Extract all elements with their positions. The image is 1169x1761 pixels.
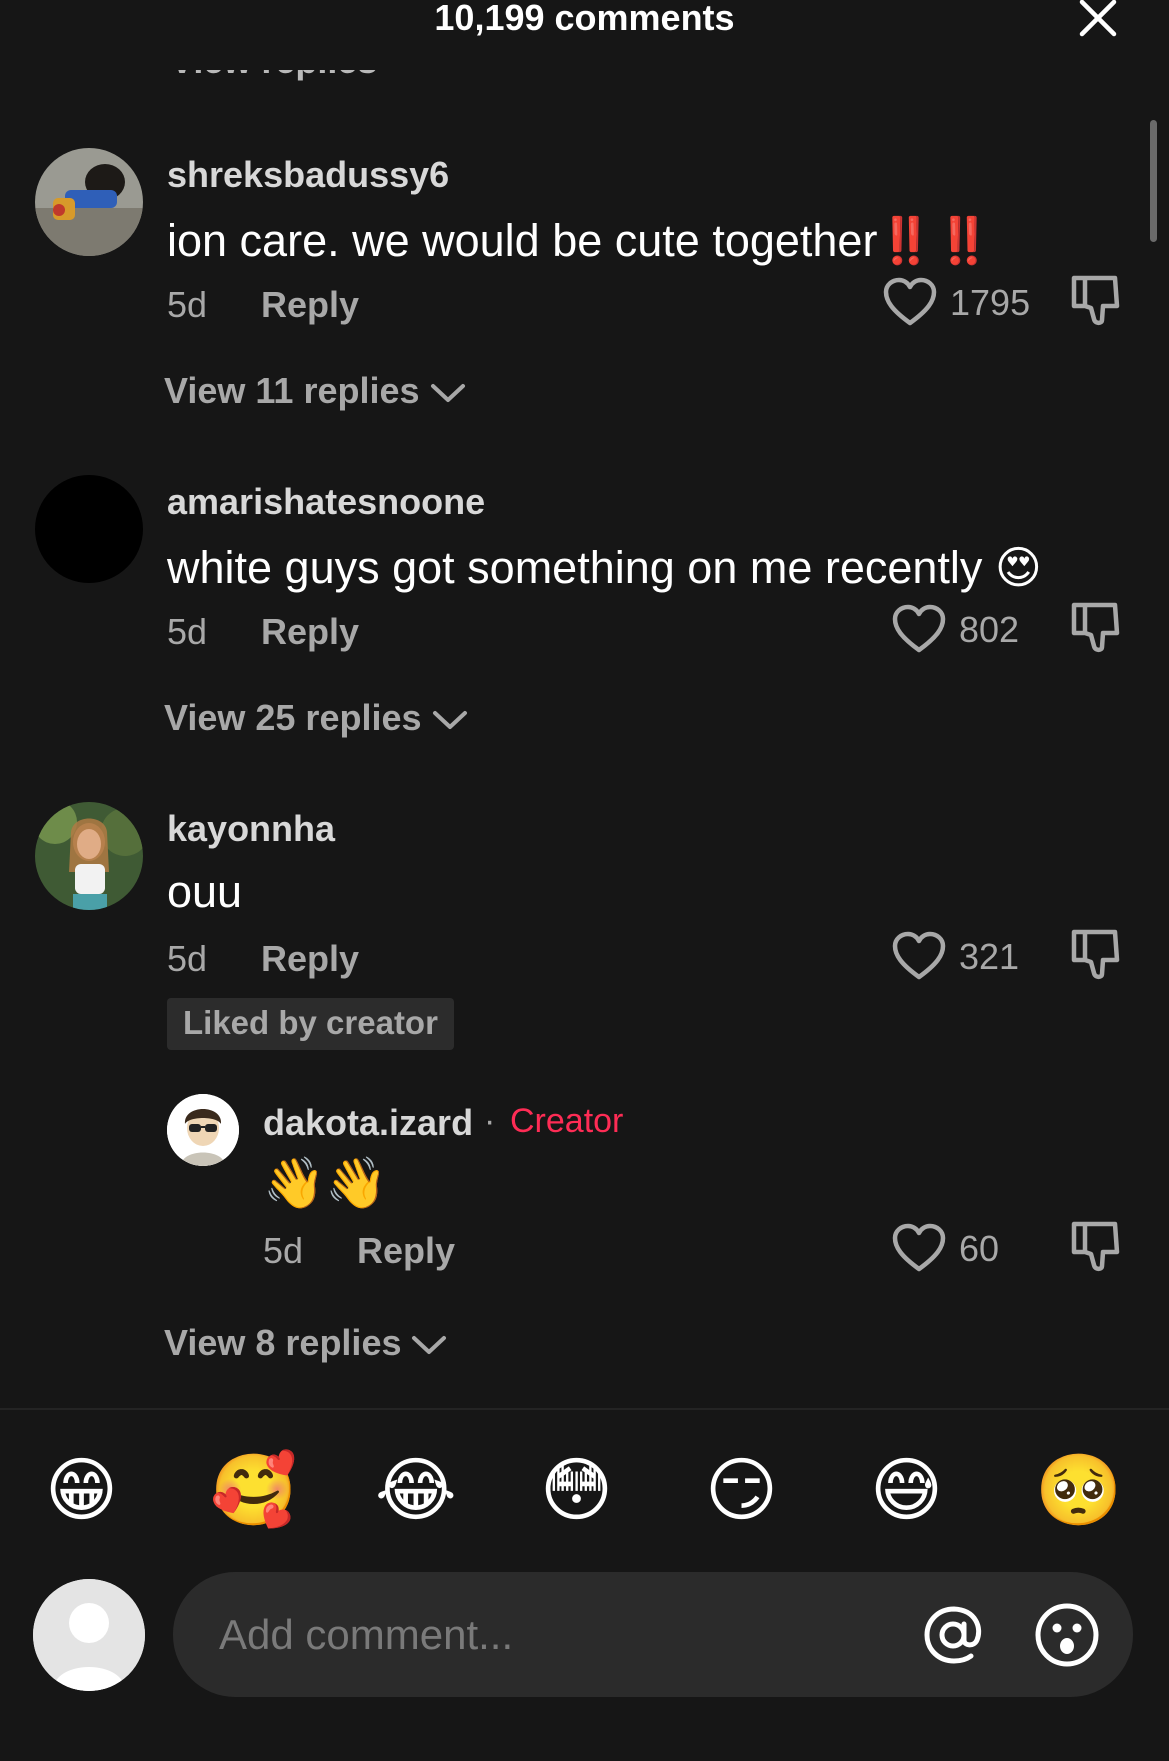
emoji-icon bbox=[1035, 1603, 1099, 1667]
comment-text: white guys got something on me recently … bbox=[167, 541, 1042, 594]
view-replies-label: View 8 replies bbox=[164, 1322, 402, 1363]
heart-icon bbox=[883, 277, 937, 326]
quick-emoji-bar: 😁 🥰 😂 😳 😏 😅 🥺 bbox=[0, 1448, 1169, 1532]
like-count: 802 bbox=[959, 609, 1020, 650]
comment-input-row bbox=[0, 1572, 1169, 1697]
user-avatar[interactable] bbox=[33, 1579, 145, 1691]
comment-text-body: ion care. we would be cute together bbox=[167, 215, 878, 266]
comment-age: 5d bbox=[167, 938, 208, 979]
comment-username[interactable]: shreksbadussy6 bbox=[167, 154, 449, 196]
like-button[interactable]: 802 bbox=[891, 601, 1031, 657]
comment-item: kayonnha ouu 5d Reply 321 Liked by creat… bbox=[0, 802, 1169, 1372]
mention-button[interactable] bbox=[920, 1602, 986, 1668]
quick-emoji-button[interactable]: 😏 bbox=[705, 1448, 789, 1532]
reply-button[interactable]: Reply bbox=[261, 611, 359, 653]
grinning-face-icon: 😁 bbox=[45, 1451, 118, 1529]
comment-text-body: white guys got something on me recently bbox=[167, 542, 995, 593]
avatar-image bbox=[35, 148, 143, 256]
pleading-face-icon: 🥺 bbox=[1035, 1451, 1123, 1529]
heart-icon bbox=[892, 1223, 946, 1272]
comment-text-emoji: 😍 bbox=[994, 542, 1042, 593]
dislike-button[interactable] bbox=[1069, 926, 1125, 982]
comment-text: ouu bbox=[167, 866, 243, 917]
comment-item: amarishatesnoone white guys got somethin… bbox=[0, 475, 1169, 765]
heart-icon bbox=[892, 604, 946, 653]
quick-emoji-button[interactable]: 😂 bbox=[375, 1448, 459, 1532]
comment-age: 5d bbox=[167, 284, 208, 325]
tears-of-joy-icon: 😂 bbox=[375, 1451, 457, 1529]
creator-tag: Creator bbox=[510, 1102, 624, 1140]
mention-icon bbox=[924, 1606, 982, 1664]
close-button[interactable] bbox=[1076, 0, 1120, 40]
chevron-down-icon bbox=[430, 384, 465, 403]
quick-emoji-button[interactable]: 😳 bbox=[540, 1448, 624, 1532]
liked-by-creator-badge: Liked by creator bbox=[167, 998, 454, 1050]
comment-age: 5d bbox=[263, 1230, 304, 1271]
view-replies-label: View 25 replies bbox=[164, 697, 422, 738]
divider bbox=[0, 1408, 1169, 1410]
view-replies-button[interactable]: View 8 replies bbox=[164, 1322, 447, 1364]
like-count: 60 bbox=[959, 1228, 1000, 1269]
like-button[interactable]: 60 bbox=[891, 1220, 1021, 1276]
comment-username[interactable]: amarishatesnoone bbox=[167, 481, 485, 523]
quick-emoji-button[interactable]: 🥰 bbox=[210, 1448, 298, 1532]
avatar[interactable] bbox=[35, 802, 143, 910]
emoji-picker-button[interactable] bbox=[1034, 1602, 1100, 1668]
dislike-icon bbox=[1071, 275, 1120, 326]
quick-emoji-button[interactable]: 😁 bbox=[45, 1448, 129, 1532]
comment-age: 5d bbox=[167, 611, 208, 652]
comments-count-title: 10,199 comments bbox=[434, 0, 735, 38]
reply-button[interactable]: Reply bbox=[261, 284, 359, 326]
creator-separator: · bbox=[484, 1102, 496, 1140]
avatar-image bbox=[35, 802, 143, 910]
quick-emoji-button[interactable]: 🥺 bbox=[1035, 1448, 1123, 1532]
dislike-button[interactable] bbox=[1069, 599, 1125, 655]
avatar-image bbox=[167, 1094, 239, 1166]
close-icon bbox=[1079, 0, 1117, 37]
view-replies-label: View 11 replies bbox=[164, 370, 420, 411]
heart-icon bbox=[892, 931, 946, 980]
avatar-placeholder-icon bbox=[33, 1579, 145, 1691]
sweat-smile-icon: 😅 bbox=[870, 1451, 943, 1529]
chevron-down-icon bbox=[412, 1336, 447, 1355]
smirking-face-icon: 😏 bbox=[705, 1451, 778, 1529]
comment-text: ion care. we would be cute together‼️‼️ bbox=[167, 214, 994, 267]
reply-button[interactable]: Reply bbox=[357, 1230, 455, 1272]
like-button[interactable]: 1795 bbox=[882, 274, 1032, 330]
creator-reply-text: 👋👋 bbox=[263, 1155, 388, 1211]
flushed-face-icon: 😳 bbox=[540, 1451, 613, 1529]
dislike-button[interactable] bbox=[1069, 272, 1125, 328]
creator-avatar[interactable] bbox=[167, 1094, 239, 1166]
quick-emoji-button[interactable]: 😅 bbox=[870, 1448, 954, 1532]
view-replies-button[interactable]: View 11 replies bbox=[164, 370, 466, 412]
avatar[interactable] bbox=[35, 148, 143, 256]
comment-item: shreksbadussy6 ion care. we would be cut… bbox=[0, 148, 1169, 438]
creator-username[interactable]: dakota.izard bbox=[263, 1102, 473, 1144]
chevron-down-icon bbox=[432, 711, 467, 730]
add-comment-input[interactable] bbox=[173, 1572, 1133, 1697]
reply-button[interactable]: Reply bbox=[261, 938, 359, 980]
view-replies-button[interactable]: View 25 replies bbox=[164, 697, 468, 739]
like-count: 321 bbox=[959, 936, 1020, 977]
dislike-button[interactable] bbox=[1069, 1218, 1125, 1274]
bottom-safe-area bbox=[0, 1697, 1169, 1761]
smiling-face-hearts-icon: 🥰 bbox=[210, 1451, 298, 1529]
comment-text-emoji: ‼️‼️ bbox=[877, 215, 994, 266]
avatar[interactable] bbox=[35, 475, 143, 583]
like-button[interactable]: 321 bbox=[891, 928, 1031, 984]
dislike-icon bbox=[1071, 602, 1120, 653]
comment-username[interactable]: kayonnha bbox=[167, 808, 335, 850]
dislike-icon bbox=[1071, 1221, 1120, 1272]
comments-header: 10,199 comments bbox=[0, 0, 1169, 70]
dislike-icon bbox=[1071, 929, 1120, 980]
creator-reply-item: dakota.izard · Creator 👋👋 5d Reply 60 bbox=[0, 1094, 1169, 1294]
like-count: 1795 bbox=[950, 282, 1031, 323]
